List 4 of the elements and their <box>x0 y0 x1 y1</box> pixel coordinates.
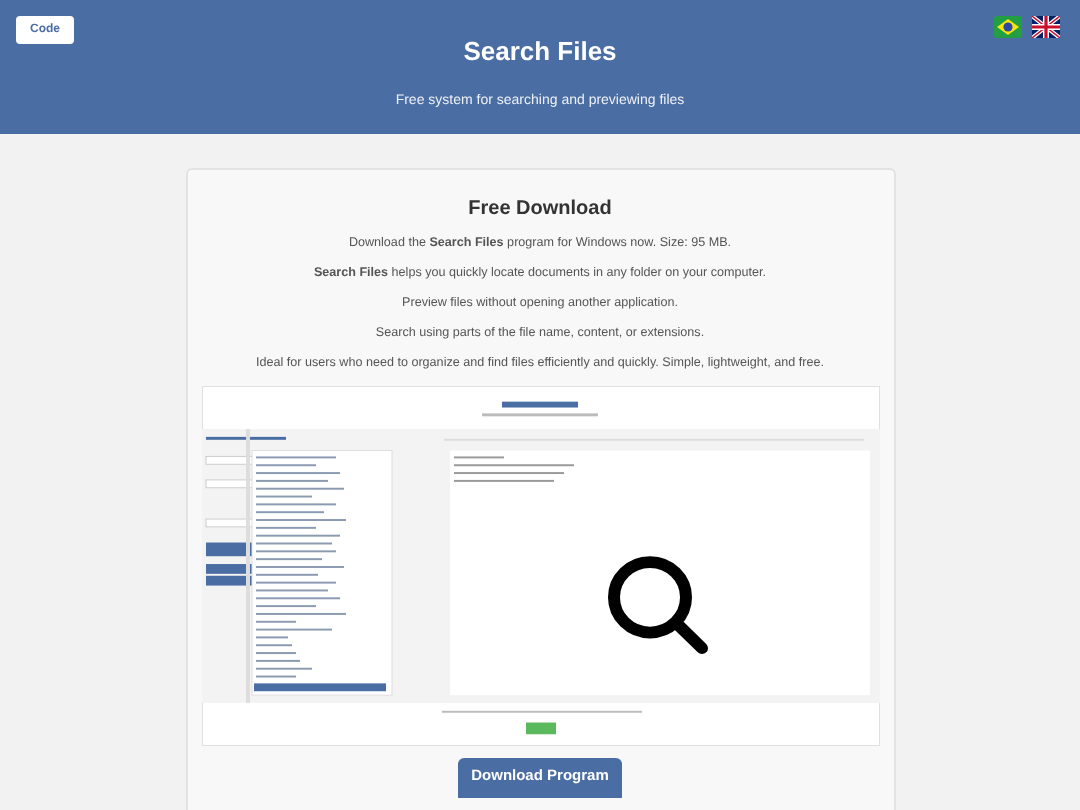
card-title: Free Download <box>468 196 612 224</box>
uk-flag-icon[interactable] <box>1032 16 1060 38</box>
page-title: Search Files <box>463 34 617 70</box>
brazil-flag-icon[interactable] <box>994 16 1022 38</box>
